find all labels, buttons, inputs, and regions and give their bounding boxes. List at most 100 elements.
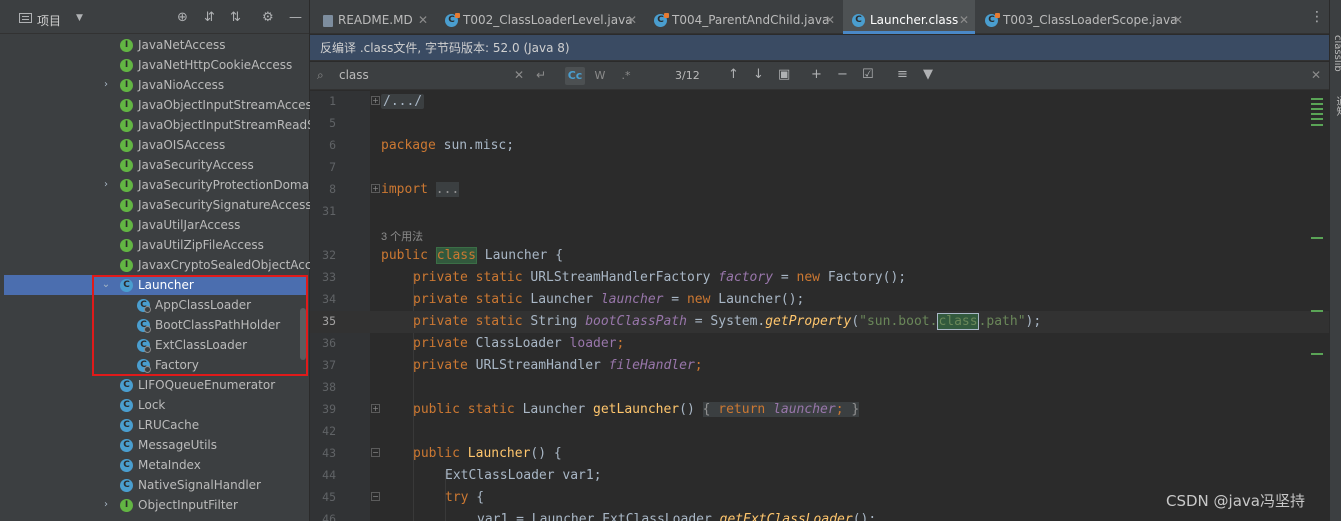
code-line[interactable]: 7 <box>310 157 1329 179</box>
fold-icon[interactable]: − <box>371 448 380 457</box>
close-icon[interactable]: ✕ <box>959 13 969 27</box>
close-icon[interactable]: ✕ <box>418 13 428 27</box>
class-icon: C <box>120 439 133 452</box>
right-tool-label[interactable]: classlib <box>1332 35 1341 72</box>
project-panel-title[interactable]: 项目 <box>37 12 61 29</box>
change-marker[interactable] <box>1311 113 1323 115</box>
tree-node[interactable]: I JavaObjectInputStreamReadString <box>0 115 310 135</box>
close-icon[interactable]: ✕ <box>627 13 637 27</box>
change-marker[interactable] <box>1311 353 1323 355</box>
tree-node[interactable]: › I JavaSecurityProtectionDomainAccess <box>0 175 310 195</box>
words-toggle[interactable]: W <box>590 67 610 85</box>
minimize-icon[interactable]: — <box>289 11 302 25</box>
change-marker[interactable] <box>1311 310 1323 312</box>
previous-occurrence-icon[interactable]: ↑ <box>728 67 739 83</box>
tab-launcher-class[interactable]: C Launcher.class ✕ <box>843 0 975 34</box>
chevron-right-icon[interactable]: › <box>101 175 111 195</box>
interface-icon: I <box>120 79 133 92</box>
code-line-current[interactable]: 35 private static String bootClassPath =… <box>310 311 1329 333</box>
code-line[interactable]: 39 + public static Launcher getLauncher(… <box>310 399 1329 421</box>
select-all-occurrences-icon[interactable]: ▣ <box>778 67 790 83</box>
tab-readme[interactable]: README.MD ✕ <box>310 0 433 34</box>
tree-node[interactable]: I JavaSecuritySignatureAccess <box>0 195 310 215</box>
code-text: /.../ <box>381 94 425 109</box>
code-line[interactable]: 36 private ClassLoader loader; <box>310 333 1329 355</box>
close-icon[interactable]: ✕ <box>1311 68 1321 82</box>
fold-icon[interactable]: + <box>371 404 380 413</box>
tab-t002[interactable]: C T002_ClassLoaderLevel.java ✕ <box>434 0 639 34</box>
tree-node[interactable]: I JavaNetHttpCookieAccess <box>0 55 308 75</box>
code-line[interactable]: 31 <box>310 201 1329 223</box>
code-line[interactable]: 1 + /.../ <box>310 91 1329 113</box>
tree-node[interactable]: C NativeSignalHandler <box>0 475 308 495</box>
tab-t003[interactable]: C T003_ClassLoaderScope.java ✕ <box>977 0 1187 34</box>
fold-icon[interactable]: + <box>371 184 380 193</box>
tree-node[interactable]: C MessageUtils <box>0 435 308 455</box>
code-line[interactable]: 42 <box>310 421 1329 443</box>
code-text: public static Launcher getLauncher() { r… <box>413 402 860 417</box>
change-marker[interactable] <box>1311 237 1323 239</box>
tree-node[interactable]: I JavaNetAccess <box>0 35 308 55</box>
remove-occurrence-icon[interactable]: − <box>837 67 848 83</box>
code-line[interactable]: 32 public class Launcher { <box>310 245 1329 267</box>
expand-all-icon[interactable]: ⇵ <box>204 11 215 25</box>
tree-node[interactable]: C MetaIndex <box>0 455 308 475</box>
fold-icon[interactable]: + <box>371 96 380 105</box>
tree-node[interactable]: I JavaUtilZipFileAccess <box>0 235 308 255</box>
project-view-icon[interactable] <box>19 13 32 23</box>
code-editor[interactable]: 1 + /.../ 5 6 package sun.misc; 7 8 + im… <box>310 91 1329 521</box>
tree-node[interactable]: C Lock <box>0 395 308 415</box>
tree-node[interactable]: I JavaOISAccess <box>0 135 308 155</box>
clear-icon[interactable]: ✕ <box>514 68 524 82</box>
code-line[interactable]: 34 private static Launcher launcher = ne… <box>310 289 1329 311</box>
code-line[interactable]: 38 <box>310 377 1329 399</box>
match-case-toggle[interactable]: Cc <box>565 67 585 85</box>
collapse-all-icon[interactable]: ⇅ <box>230 11 241 25</box>
change-marker[interactable] <box>1311 98 1323 100</box>
chevron-right-icon[interactable]: › <box>101 495 111 515</box>
tree-node[interactable]: C LIFOQueueEnumerator <box>0 375 308 395</box>
tree-node[interactable]: › I ObjectInputFilter <box>0 495 308 515</box>
notifications-label[interactable]: 通知 <box>1332 96 1341 116</box>
fold-icon[interactable]: − <box>371 492 380 501</box>
search-icon[interactable]: ⌕ <box>317 68 324 82</box>
next-occurrence-icon[interactable]: ↓ <box>753 67 764 83</box>
crosshair-icon[interactable]: ⊕ <box>177 11 188 25</box>
code-line[interactable]: 33 private static URLStreamHandlerFactor… <box>310 267 1329 289</box>
tree-node[interactable]: I JavaSecurityAccess <box>0 155 308 175</box>
regex-toggle[interactable]: .* <box>616 67 636 85</box>
new-line-icon[interactable]: ↵ <box>536 68 546 82</box>
filter-icon[interactable]: ▼ <box>923 67 933 83</box>
usages-hint[interactable]: 3 个用法 <box>381 228 423 244</box>
close-icon[interactable]: ✕ <box>1173 13 1183 27</box>
tree-node[interactable]: C LRUCache <box>0 415 308 435</box>
code-line[interactable]: 44 ExtClassLoader var1; <box>310 465 1329 487</box>
change-marker[interactable] <box>1311 103 1323 105</box>
search-input[interactable]: class <box>339 68 369 82</box>
code-line[interactable]: 6 package sun.misc; <box>310 135 1329 157</box>
gear-icon[interactable]: ⚙ <box>262 11 274 25</box>
folded-region[interactable]: { return launcher; } <box>702 402 860 417</box>
tab-t004[interactable]: C T004_ParentAndChild.java ✕ <box>640 0 840 34</box>
change-marker[interactable] <box>1311 118 1323 120</box>
add-occurrence-icon[interactable]: + <box>811 67 822 83</box>
close-icon[interactable]: ✕ <box>825 13 835 27</box>
tree-node[interactable]: I JavaObjectInputStreamAccess <box>0 95 310 115</box>
more-tabs-icon[interactable]: ⋮ <box>1310 9 1324 25</box>
select-occurrences-icon[interactable]: ☑ <box>862 67 874 83</box>
folded-region[interactable]: /.../ <box>381 94 425 109</box>
show-in-find-window-icon[interactable]: ≡ <box>897 67 908 83</box>
change-marker[interactable] <box>1311 108 1323 110</box>
code-line[interactable]: 5 <box>310 113 1329 135</box>
chevron-right-icon[interactable]: › <box>101 75 111 95</box>
tree-node[interactable]: I JavaxCryptoSealedObjectAccess <box>0 255 310 275</box>
code-line[interactable]: 8 + import ... <box>310 179 1329 201</box>
tree-node[interactable]: › I JavaNioAccess <box>0 75 308 95</box>
tree-node[interactable]: I JavaUtilJarAccess <box>0 215 308 235</box>
folded-region[interactable]: ... <box>435 182 460 197</box>
code-line[interactable]: 43 − public Launcher() { <box>310 443 1329 465</box>
line-number: 35 <box>322 314 336 328</box>
code-line[interactable]: 37 private URLStreamHandler fileHandler; <box>310 355 1329 377</box>
change-marker[interactable] <box>1311 124 1323 126</box>
chevron-down-icon[interactable]: ▼ <box>76 13 83 23</box>
